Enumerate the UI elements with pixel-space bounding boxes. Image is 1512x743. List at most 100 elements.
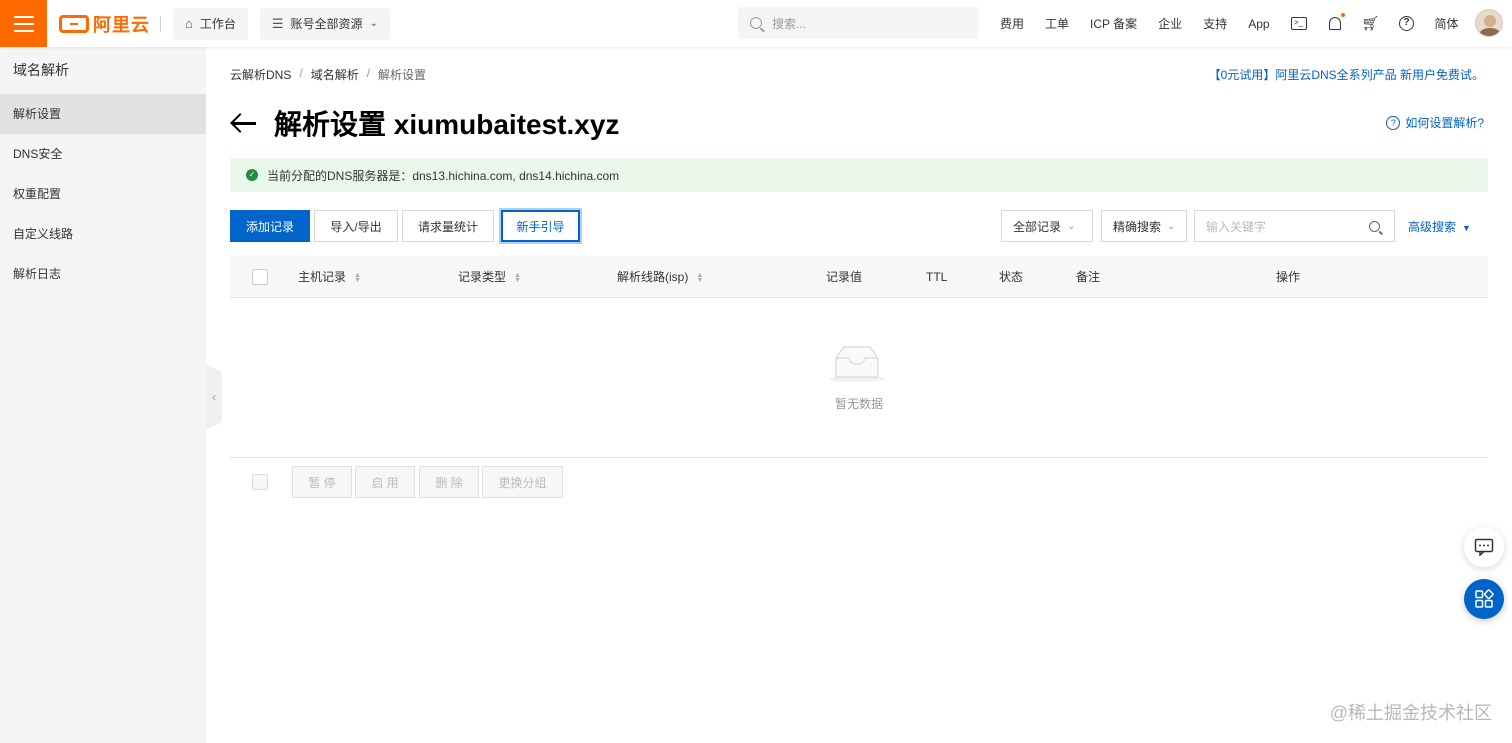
bulk-actions-bar: 暂 停 启 用 删 除 更换分组 (230, 466, 1488, 498)
watermark: @稀土掘金技术社区 (1329, 703, 1492, 723)
pause-button[interactable]: 暂 停 (292, 466, 352, 498)
breadcrumb-item-cloud-dns[interactable]: 云解析DNS (230, 66, 291, 83)
sidebar-item-weight-config[interactable]: 权重配置 (0, 174, 206, 214)
list-icon: ☰ (271, 15, 284, 31)
language-switch[interactable]: 简体 (1435, 15, 1459, 32)
column-record-value: 记录值 (826, 270, 863, 284)
table-header: 主机记录 ▲ ▼ 记录类型 ▲ ▼ 解析线路(isp) ▲ ▼ 记录值 TTL 状态 备注 … (230, 256, 1488, 298)
column-label: 解析线路(isp) (617, 270, 689, 284)
column-label: 主机记录 (298, 270, 347, 284)
menu-icon[interactable] (0, 0, 47, 47)
nav-enterprise[interactable]: 企业 (1158, 15, 1182, 32)
grid-icon (1475, 589, 1494, 608)
logo-mark (59, 14, 89, 33)
search-placeholder: 搜索... (772, 16, 807, 31)
dns-server-notice: ✓ 当前分配的DNS服务器是：dns13.hichina.com, dns14.… (230, 158, 1488, 192)
column-resolution-line[interactable]: 解析线路(isp) ▲ ▼ (617, 256, 703, 298)
feedback-button[interactable] (1464, 527, 1504, 567)
chevron-down-icon: ⌄ (369, 18, 378, 29)
sidebar: 域名解析 解析设置 DNS安全 权重配置 自定义线路 解析日志 (0, 47, 206, 743)
add-record-button[interactable]: 添加记录 (230, 210, 310, 242)
request-stats-button[interactable]: 请求量统计 (402, 210, 494, 242)
chat-icon (1474, 538, 1494, 556)
page-header: 解析设置 xiumubaitest.xyz (230, 103, 619, 143)
promo-link[interactable]: 【0元试用】阿里云DNS全系列产品 新用户免费试。 (1209, 66, 1484, 83)
global-search-input[interactable]: 搜索... (738, 7, 978, 39)
match-mode-value: 精确搜索 (1113, 219, 1162, 234)
column-record-type[interactable]: 记录类型 ▲ ▼ (458, 256, 521, 298)
search-icon (750, 17, 762, 29)
caret-down-icon: ▼ (1462, 223, 1471, 233)
sort-icon: ▲ ▼ (514, 271, 521, 284)
question-icon: ? (1386, 115, 1401, 130)
bulk-select-checkbox[interactable] (252, 474, 268, 490)
sidebar-item-dns-logs[interactable]: 解析日志 (0, 254, 206, 294)
help-icon[interactable]: ? (1399, 16, 1415, 32)
app-grid-button[interactable] (1464, 579, 1504, 619)
column-label: 记录类型 (458, 270, 507, 284)
match-mode-select[interactable]: 精确搜索 ⌄ (1101, 210, 1187, 242)
help-link-label: 如何设置解析? (1405, 116, 1484, 130)
nav-icp[interactable]: ICP 备案 (1090, 15, 1137, 32)
sidebar-collapse-handle[interactable]: ‹ (206, 364, 222, 430)
check-circle-icon: ✓ (246, 169, 258, 181)
chevron-down-icon: ⌄ (1067, 220, 1076, 232)
nav-fees[interactable]: 费用 (1000, 15, 1024, 32)
logo-text: 阿里云 (93, 14, 150, 35)
empty-inbox-icon (829, 346, 885, 382)
sidebar-item-dns-settings[interactable]: 解析设置 (0, 94, 206, 134)
top-nav: 费用 工单 ICP 备案 企业 支持 App >_ 🛒︎ ? 简体 (1000, 0, 1480, 47)
how-to-help-link[interactable]: ? 如何设置解析? (1386, 114, 1484, 131)
breadcrumb-item-current: 解析设置 (378, 68, 427, 82)
back-arrow-icon[interactable] (230, 113, 256, 133)
nav-support[interactable]: 支持 (1203, 15, 1227, 32)
keyword-search-input[interactable]: 输入关键字 (1194, 210, 1395, 242)
beginner-guide-button[interactable]: 新手引导 (501, 210, 580, 242)
nav-app[interactable]: App (1248, 17, 1269, 31)
cart-icon[interactable]: 🛒︎ (1362, 15, 1380, 32)
keyword-placeholder: 输入关键字 (1206, 219, 1267, 234)
terminal-icon[interactable]: >_ (1290, 16, 1307, 32)
advanced-search-label: 高级搜索 (1408, 220, 1457, 234)
enable-button[interactable]: 启 用 (355, 466, 415, 498)
sidebar-item-dns-security[interactable]: DNS安全 (0, 134, 206, 174)
column-actions: 操作 (1276, 270, 1301, 284)
breadcrumb-separator: / (299, 66, 303, 80)
page-title: 解析设置 xiumubaitest.xyz (274, 109, 620, 140)
breadcrumb: 云解析DNS / 域名解析 / 解析设置 (230, 66, 426, 83)
record-filter-value: 全部记录 (1013, 219, 1062, 234)
empty-text: 暂无数据 (834, 397, 883, 411)
record-filter-select[interactable]: 全部记录 ⌄ (1001, 210, 1093, 242)
home-icon: ⌂ (185, 16, 193, 31)
change-group-button[interactable]: 更换分组 (482, 466, 563, 498)
resources-label: 账号全部资源 (290, 17, 363, 31)
chevron-left-icon: ‹ (212, 390, 216, 404)
select-all-checkbox[interactable] (252, 269, 268, 285)
nav-tickets[interactable]: 工单 (1045, 15, 1069, 32)
avatar[interactable] (1475, 9, 1503, 37)
sort-icon: ▲ ▼ (354, 271, 361, 284)
logo[interactable]: 阿里云 (59, 0, 161, 47)
empty-state: 暂无数据 (230, 298, 1488, 458)
delete-button[interactable]: 删 除 (419, 466, 479, 498)
column-remark: 备注 (1076, 270, 1101, 284)
logo-divider (160, 15, 161, 32)
sidebar-title: 域名解析 (13, 62, 69, 78)
column-status: 状态 (999, 270, 1024, 284)
search-icon[interactable] (1369, 221, 1380, 232)
bell-icon[interactable] (1327, 12, 1345, 32)
resources-dropdown[interactable]: ☰ 账号全部资源 ⌄ (259, 7, 390, 40)
column-ttl: TTL (926, 270, 948, 284)
column-host-record[interactable]: 主机记录 ▲ ▼ (298, 256, 361, 298)
sidebar-item-custom-lines[interactable]: 自定义线路 (0, 214, 206, 254)
breadcrumb-item-domain-resolution[interactable]: 域名解析 (311, 66, 359, 83)
notification-dot (1340, 12, 1345, 17)
chevron-down-icon: ⌄ (1167, 220, 1176, 232)
sort-icon: ▲ ▼ (696, 271, 704, 284)
breadcrumb-separator: / (366, 66, 371, 80)
notice-text: 当前分配的DNS服务器是：dns13.hichina.com, dns14.hi… (267, 168, 620, 183)
workbench-label: 工作台 (199, 17, 236, 31)
import-export-button[interactable]: 导入/导出 (314, 210, 398, 242)
advanced-search-toggle[interactable]: 高级搜索 ▼ (1408, 218, 1471, 235)
workbench-button[interactable]: ⌂ 工作台 (173, 7, 248, 40)
